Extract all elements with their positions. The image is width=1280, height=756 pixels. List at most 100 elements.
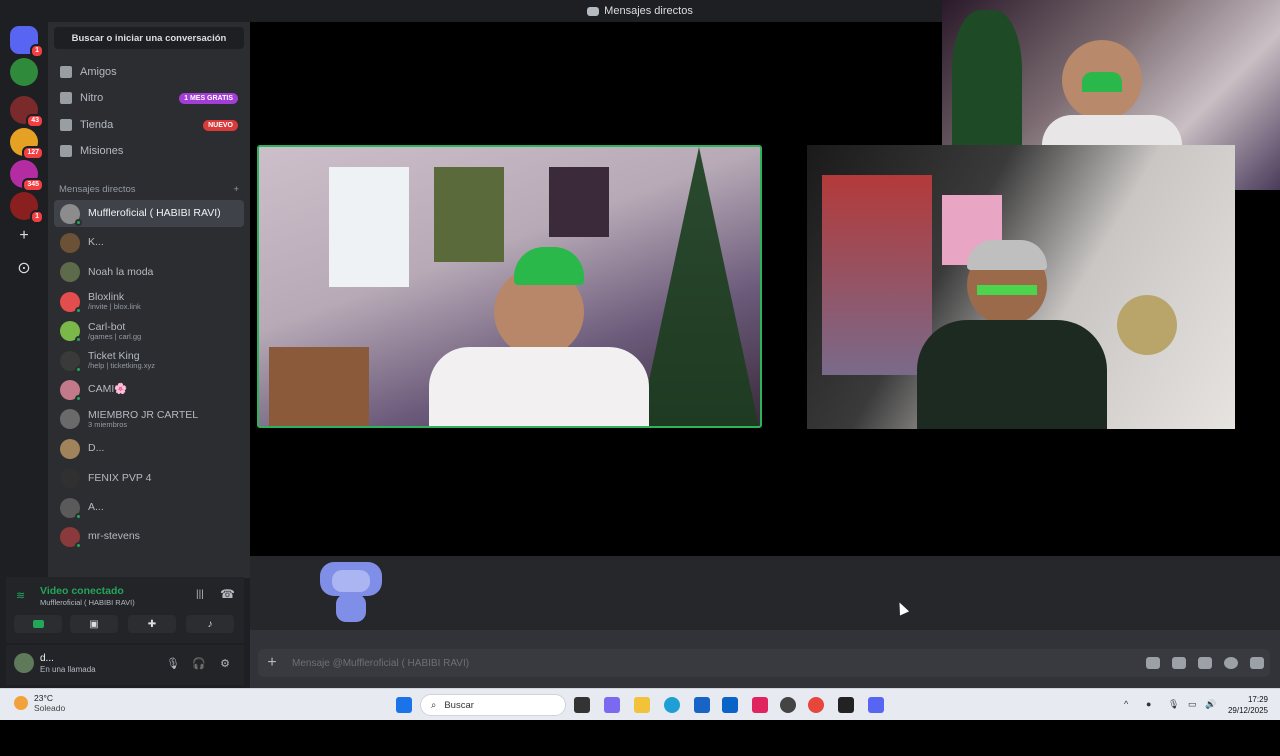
avatar xyxy=(60,291,82,314)
tray-network-icon[interactable]: ▭ xyxy=(1188,699,1198,709)
gif-icon[interactable] xyxy=(1172,657,1186,669)
headphones-icon[interactable]: 🎧 xyxy=(192,657,206,671)
soundboard-icon: ♪ xyxy=(207,618,213,630)
server-icon[interactable]: 43 xyxy=(10,96,44,128)
microphone-icon[interactable]: 🎙 xyxy=(166,657,180,671)
video-tile-speaking[interactable] xyxy=(257,145,762,428)
avatar xyxy=(60,526,82,549)
tray-app-icon[interactable]: ● xyxy=(1146,699,1156,709)
message-input[interactable] xyxy=(292,657,1140,669)
screen-share-button[interactable]: ▣ xyxy=(70,615,118,633)
app-icon[interactable] xyxy=(780,697,796,713)
online-status-icon xyxy=(75,394,82,402)
dm-item[interactable]: Noah la moda xyxy=(54,259,244,286)
attach-plus-icon[interactable]: + xyxy=(258,654,286,672)
add-server-icon[interactable]: + xyxy=(12,224,36,248)
dm-header-label: Mensajes directos xyxy=(59,184,136,195)
tray-chevron-icon[interactable]: ^ xyxy=(1124,699,1134,709)
teddy-bear xyxy=(1117,295,1177,355)
avatar xyxy=(60,379,82,402)
dm-name: A... xyxy=(88,500,104,513)
promo-badge: NUEVO xyxy=(203,119,238,131)
search-label: Buscar xyxy=(444,699,474,711)
noise-suppression-icon[interactable]: ||| xyxy=(196,589,204,600)
user-avatar[interactable] xyxy=(14,653,34,673)
mention-badge: 127 xyxy=(22,146,44,160)
taskbar-clock[interactable]: 17:29 29/12/2025 xyxy=(1228,694,1268,716)
online-status-icon xyxy=(75,218,82,226)
dm-name: Noah la moda xyxy=(88,265,154,278)
dm-item[interactable]: Muffleroficial ( HABIBI RAVI)En una llam… xyxy=(54,200,1280,756)
tienda-icon xyxy=(60,119,72,131)
video-tile-participant[interactable] xyxy=(807,145,1235,429)
server-icon[interactable] xyxy=(10,58,38,86)
nav-item-amigos[interactable]: Amigos xyxy=(54,60,244,84)
windows-start-icon[interactable] xyxy=(396,697,412,713)
settings-gear-icon[interactable]: ⚙ xyxy=(218,657,232,671)
search-conversation-button[interactable]: Buscar o iniciar una conversación xyxy=(54,27,244,49)
dm-name: D... xyxy=(88,442,105,455)
online-status-icon xyxy=(75,541,82,549)
emoji-icon[interactable] xyxy=(1224,657,1238,669)
promo-badge: 1 MES GRATIS xyxy=(179,92,238,104)
dm-item[interactable]: MIEMBRO JR CARTEL 3 miembros xyxy=(54,406,244,433)
voice-channel-name[interactable]: Muffleroficial ( HABIBI RAVI) xyxy=(40,598,135,607)
file-explorer-icon[interactable] xyxy=(634,697,650,713)
nav-item-label: Amigos xyxy=(80,66,117,78)
discord-taskbar-icon[interactable] xyxy=(868,697,884,713)
gift-icon[interactable] xyxy=(1146,657,1160,669)
store-icon[interactable] xyxy=(694,697,710,713)
edge-icon[interactable] xyxy=(664,697,680,713)
copilot-icon[interactable] xyxy=(604,697,620,713)
tray-volume-icon[interactable]: 🔊 xyxy=(1205,699,1216,709)
capcut-icon[interactable] xyxy=(838,697,854,713)
desk xyxy=(269,347,369,426)
task-view-icon[interactable] xyxy=(574,697,590,713)
activities-icon: ✚ xyxy=(147,618,157,630)
nitro-icon xyxy=(60,92,72,104)
taskbar-search[interactable]: ⌕ Buscar xyxy=(420,694,566,716)
server-icon[interactable]: 1 xyxy=(10,192,44,224)
disconnect-icon[interactable]: ☎ xyxy=(220,587,235,601)
grey-cap xyxy=(967,240,1047,270)
apps-icon[interactable] xyxy=(1250,657,1264,669)
dm-item[interactable]: K... xyxy=(54,229,244,256)
server-icon[interactable]: 127 xyxy=(10,128,44,160)
dm-item[interactable]: FENIX PVP 4 xyxy=(54,465,244,492)
explore-servers-icon[interactable]: ⊙ xyxy=(12,256,36,280)
online-status-icon xyxy=(75,306,82,314)
dm-item[interactable]: Bloxlink/invite | blox.link xyxy=(54,288,244,315)
dm-item[interactable]: mr-stevens xyxy=(54,523,244,550)
nav-item-nitro[interactable]: Nitro 1 MES GRATIS xyxy=(54,86,244,110)
sun-icon xyxy=(14,696,28,710)
christmas-tree xyxy=(639,147,759,426)
search-icon: ⌕ xyxy=(431,699,437,711)
misiones-icon xyxy=(60,145,72,157)
nav-item-misiones[interactable]: Misiones xyxy=(54,139,244,163)
create-dm-icon[interactable]: + xyxy=(233,184,239,195)
chrome-icon[interactable] xyxy=(808,697,824,713)
tray-mic-icon[interactable]: 🎙 xyxy=(1168,699,1179,709)
dm-item[interactable]: A... xyxy=(54,494,244,521)
avatar xyxy=(60,262,80,283)
screen-share-icon: ▣ xyxy=(89,618,99,630)
weather-condition: Soleado xyxy=(34,703,66,713)
nav-item-tienda[interactable]: Tienda NUEVO xyxy=(54,113,244,137)
dm-item[interactable]: CAMI🌸 xyxy=(54,376,244,403)
weather-widget[interactable]: 23°C Soleado xyxy=(14,693,65,713)
server-icon[interactable]: 345 xyxy=(10,160,44,192)
dm-item[interactable]: Carl-bot/games | carl.gg xyxy=(54,318,244,345)
soundboard-button[interactable]: ♪ xyxy=(186,615,234,633)
dm-item[interactable]: Ticket King/help | ticketking.xyz xyxy=(54,347,244,374)
tiktok-icon[interactable] xyxy=(752,697,768,713)
signal-icon[interactable]: ≋ xyxy=(16,589,25,602)
camera-button[interactable] xyxy=(14,615,62,633)
user-panel: d... En una llamada 🎙 🎧 ⚙ xyxy=(6,645,244,685)
outlook-icon[interactable] xyxy=(722,697,738,713)
sticker-icon[interactable] xyxy=(1198,657,1212,669)
avatar xyxy=(60,409,80,430)
activities-button[interactable]: ✚ xyxy=(128,615,176,633)
plus-glyph: + xyxy=(19,227,29,244)
dm-item[interactable]: D... xyxy=(54,435,244,462)
discord-home-icon[interactable]: 1 xyxy=(10,26,44,58)
